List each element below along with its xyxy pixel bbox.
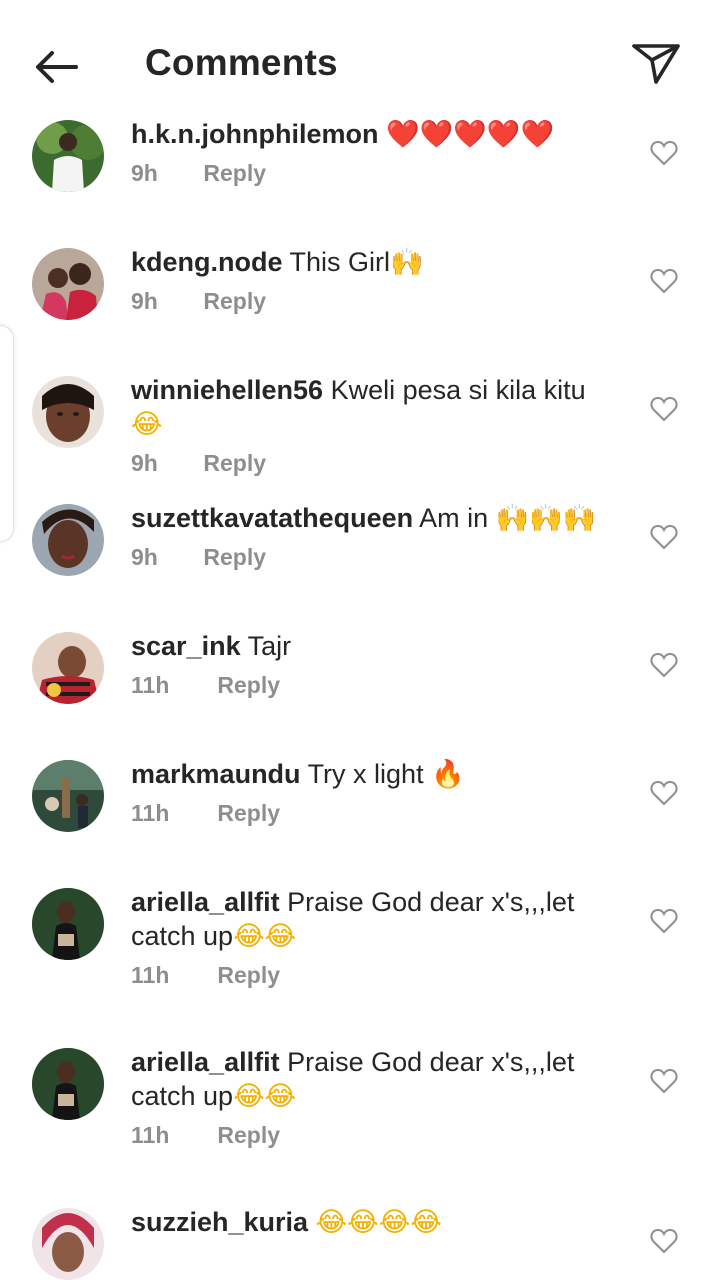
like-button[interactable] bbox=[650, 396, 678, 422]
like-button[interactable] bbox=[650, 268, 678, 294]
like-button[interactable] bbox=[650, 1228, 678, 1254]
comment-text: Kweli pesa si kila kitu bbox=[330, 375, 586, 405]
paper-plane-icon bbox=[632, 44, 680, 84]
heart-outline-icon bbox=[650, 780, 678, 806]
like-button[interactable] bbox=[650, 908, 678, 934]
share-button[interactable] bbox=[628, 38, 684, 88]
heart-outline-icon bbox=[650, 1228, 678, 1254]
heart-outline-icon bbox=[650, 396, 678, 422]
comment-time: 9h bbox=[131, 450, 158, 476]
comment-text: This Girl bbox=[289, 247, 391, 277]
comment-time: 9h bbox=[131, 288, 158, 314]
comment-username[interactable]: h.k.n.johnphilemon bbox=[131, 119, 378, 149]
heart-outline-icon bbox=[650, 1068, 678, 1094]
comment-username[interactable]: markmaundu bbox=[131, 759, 301, 789]
heart-outline-icon bbox=[650, 652, 678, 678]
avatar[interactable] bbox=[32, 120, 104, 192]
like-button[interactable] bbox=[650, 780, 678, 806]
comment-username[interactable]: suzettkavatathequeen bbox=[131, 503, 413, 533]
comment-time: 11h bbox=[131, 962, 170, 988]
heart-outline-icon bbox=[650, 140, 678, 166]
comment-username[interactable]: kdeng.node bbox=[131, 247, 283, 277]
avatar[interactable] bbox=[32, 888, 104, 960]
avatar[interactable] bbox=[32, 1208, 104, 1280]
avatar[interactable] bbox=[32, 504, 104, 576]
comment-emoji: 😂😂😂😂 bbox=[315, 1207, 442, 1238]
reply-button[interactable]: Reply bbox=[203, 544, 266, 570]
like-button[interactable] bbox=[650, 652, 678, 678]
page-title: Comments bbox=[145, 42, 338, 83]
comment-time: 9h bbox=[131, 160, 158, 186]
heart-outline-icon bbox=[650, 524, 678, 550]
like-button[interactable] bbox=[650, 140, 678, 166]
side-edge-handle[interactable] bbox=[0, 325, 14, 542]
avatar[interactable] bbox=[32, 376, 104, 448]
like-button[interactable] bbox=[650, 524, 678, 550]
comment-text: Tajr bbox=[247, 631, 292, 661]
comment-emoji: 🙌 bbox=[390, 247, 424, 278]
comment-time: 11h bbox=[131, 800, 170, 826]
comment-username[interactable]: suzzieh_kuria bbox=[131, 1207, 308, 1237]
comment-username[interactable]: winniehellen56 bbox=[131, 375, 323, 405]
comment-emoji: ❤️❤️❤️❤️❤️ bbox=[386, 119, 555, 150]
comment-text: Am in bbox=[419, 503, 496, 533]
comment-emoji: 🔥 bbox=[431, 759, 465, 790]
reply-button[interactable]: Reply bbox=[217, 672, 280, 698]
reply-button[interactable]: Reply bbox=[203, 160, 266, 186]
avatar[interactable] bbox=[32, 760, 104, 832]
comment-username[interactable]: ariella_allfit bbox=[131, 887, 280, 917]
comment-time: 11h bbox=[131, 672, 170, 698]
reply-button[interactable]: Reply bbox=[217, 962, 280, 988]
comment-emoji: 😂😂 bbox=[233, 921, 297, 952]
reply-button[interactable]: Reply bbox=[203, 450, 266, 476]
comment-emoji: 😂😂 bbox=[233, 1081, 297, 1112]
comment-emoji: 🙌🙌🙌 bbox=[495, 503, 597, 534]
like-button[interactable] bbox=[650, 1068, 678, 1094]
comment-time: 9h bbox=[131, 544, 158, 570]
heart-outline-icon bbox=[650, 908, 678, 934]
avatar[interactable] bbox=[32, 632, 104, 704]
comment-username[interactable]: ariella_allfit bbox=[131, 1047, 280, 1077]
comment-emoji: 😂 bbox=[131, 409, 163, 440]
reply-button[interactable]: Reply bbox=[203, 288, 266, 314]
comment-text: Try x light bbox=[307, 759, 432, 789]
reply-button[interactable]: Reply bbox=[217, 800, 280, 826]
avatar[interactable] bbox=[32, 248, 104, 320]
avatar[interactable] bbox=[32, 1048, 104, 1120]
arrow-left-icon bbox=[36, 51, 78, 83]
reply-button[interactable]: Reply bbox=[217, 1122, 280, 1148]
heart-outline-icon bbox=[650, 268, 678, 294]
top-bar: Comments bbox=[0, 0, 720, 110]
comment-time: 11h bbox=[131, 1122, 170, 1148]
back-button[interactable] bbox=[28, 44, 84, 90]
comment-username[interactable]: scar_ink bbox=[131, 631, 241, 661]
